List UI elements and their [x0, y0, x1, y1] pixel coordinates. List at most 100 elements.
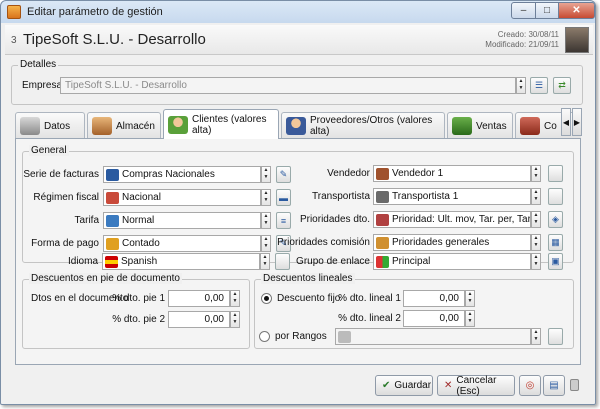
- empresa-field[interactable]: TipeSoft S.L.U. - Desarrollo: [60, 77, 516, 94]
- prioridades-dto-label: Prioridades dto.: [299, 214, 370, 225]
- commission-icon: [376, 236, 389, 249]
- dto-pie2-label: % dto. pie 2: [112, 314, 165, 325]
- payment-icon: [106, 237, 119, 250]
- tab-scroll-left-button[interactable]: ◀: [561, 108, 571, 136]
- dto-pie2-input[interactable]: 0,00: [168, 311, 230, 328]
- transportista-spin[interactable]: ▲ ▼: [531, 188, 541, 205]
- link-group-icon[interactable]: ▣: [548, 253, 563, 270]
- seller-icon: [376, 167, 389, 180]
- purchases-icon: [520, 117, 540, 135]
- supplier-icon: [286, 117, 306, 135]
- tab-proveedores[interactable]: Proveedores/Otros (valores alta): [281, 112, 445, 139]
- help-button[interactable]: ◎: [519, 375, 541, 396]
- regimen-fiscal-spin[interactable]: ▲ ▼: [261, 189, 271, 206]
- detalles-legend: Detalles: [18, 59, 59, 70]
- tarifa-field[interactable]: Normal: [103, 212, 261, 229]
- minimize-button[interactable]: –: [511, 2, 536, 19]
- forma-pago-spin[interactable]: ▲ ▼: [261, 235, 271, 252]
- tariff-icon: [106, 214, 119, 227]
- descuento-fijo-radio[interactable]: [261, 293, 272, 304]
- rangos-field[interactable]: [335, 328, 531, 345]
- record-number: 3: [11, 35, 17, 46]
- tag-icon[interactable]: ◈: [548, 211, 563, 228]
- vendedor-spin[interactable]: ▲ ▼: [531, 165, 541, 182]
- transportista-label: Transportista: [312, 191, 370, 202]
- wrench-icon: [20, 117, 40, 135]
- grupo-enlace-field[interactable]: Principal: [373, 253, 531, 270]
- cancel-button[interactable]: ✕ Cancelar (Esc): [437, 375, 515, 397]
- dto-lineal1-input[interactable]: 0,00: [403, 290, 465, 307]
- rangos-extra-button[interactable]: [548, 328, 563, 345]
- sales-icon: [452, 117, 472, 135]
- transportista-field[interactable]: Transportista 1: [373, 188, 531, 205]
- calendar-icon[interactable]: ▦: [548, 234, 563, 251]
- priority-icon: [376, 213, 389, 226]
- empresa-exchange-icon[interactable]: ⇄: [553, 77, 571, 94]
- maximize-button[interactable]: □: [535, 2, 559, 19]
- tarifa-spin[interactable]: ▲ ▼: [261, 212, 271, 229]
- dto-pie1-label: % dto. pie 1: [112, 293, 165, 304]
- tab-almacen[interactable]: Almacén: [87, 112, 161, 139]
- grupo-enlace-label: Grupo de enlace: [296, 256, 370, 267]
- empresa-list-icon[interactable]: ☰: [530, 77, 548, 94]
- regimen-fiscal-field[interactable]: Nacional: [103, 189, 261, 206]
- prioridades-comision-label: Prioridades comisión: [277, 237, 370, 248]
- spain-flag-icon: [105, 255, 118, 268]
- tab-datos[interactable]: Datos: [15, 112, 85, 139]
- rangos-spin[interactable]: ▲ ▼: [531, 328, 541, 345]
- dto-lineal2-input[interactable]: 0,00: [403, 310, 465, 327]
- lock-icon: [570, 379, 579, 391]
- vendedor-field[interactable]: Vendedor 1: [373, 165, 531, 182]
- truck-icon: [376, 190, 389, 203]
- descuento-fijo-label: Descuento fijo: [277, 293, 341, 304]
- empresa-label: Empresa: [22, 80, 63, 91]
- dto-lineal1-spin[interactable]: ▲ ▼: [465, 290, 475, 307]
- descuentos-pie-legend: Descuentos en pie de documento: [29, 273, 182, 284]
- customer-icon: [168, 116, 188, 134]
- dto-lineal1-label: % dto. lineal 1: [338, 293, 401, 304]
- general-legend: General: [29, 145, 69, 156]
- record-header: 3 TipeSoft S.L.U. - Desarrollo Creado: 3…: [5, 25, 593, 55]
- created-label: Creado:: [497, 30, 527, 39]
- grupo-enlace-spin[interactable]: ▲ ▼: [531, 253, 541, 270]
- forma-pago-field[interactable]: Contado: [103, 235, 261, 252]
- vendedor-extra-button[interactable]: [548, 165, 563, 182]
- dto-pie2-spin[interactable]: ▲ ▼: [230, 311, 240, 328]
- group-icon: [376, 255, 389, 268]
- app-icon: [7, 5, 21, 19]
- tab-scroll-right-button[interactable]: ▶: [572, 108, 582, 136]
- modified-date: 21/09/11: [528, 40, 559, 49]
- check-icon: ✔: [382, 380, 391, 391]
- tab-clientes[interactable]: Clientes (valores alta): [163, 109, 279, 139]
- dialog-window: Editar parámetro de gestión – □ ✕ 3 Tipe…: [0, 0, 596, 405]
- dto-lineal2-spin[interactable]: ▲ ▼: [465, 310, 475, 327]
- empresa-spin[interactable]: ▲ ▼: [516, 77, 526, 94]
- prioridades-dto-field[interactable]: Prioridad: Ult. mov, Tar. per, Tarifa, E: [373, 211, 531, 228]
- window-title: Editar parámetro de gestión: [27, 6, 163, 18]
- dto-lineal2-label: % dto. lineal 2: [338, 313, 401, 324]
- record-dates: Creado: 30/08/11 Modificado: 21/09/11: [485, 30, 559, 50]
- created-date: 30/08/11: [528, 30, 559, 39]
- save-button[interactable]: ✔ Guardar: [375, 375, 433, 396]
- fiscal-icon: [106, 191, 119, 204]
- serie-facturas-field[interactable]: Compras Nacionales: [103, 166, 261, 183]
- idioma-field[interactable]: Spanish: [102, 253, 260, 270]
- idioma-spin[interactable]: ▲ ▼: [260, 253, 270, 270]
- close-button[interactable]: ✕: [558, 2, 595, 19]
- prioridades-comision-spin[interactable]: ▲ ▼: [531, 234, 541, 251]
- dto-pie1-input[interactable]: 0,00: [168, 290, 230, 307]
- print-button[interactable]: ▤: [543, 375, 565, 396]
- dto-pie1-spin[interactable]: ▲ ▼: [230, 290, 240, 307]
- descuentos-pie-group: Descuentos en pie de documento Dtos en e…: [22, 273, 250, 349]
- prioridades-comision-field[interactable]: Prioridades generales: [373, 234, 531, 251]
- prioridades-dto-spin[interactable]: ▲ ▼: [531, 211, 541, 228]
- serie-facturas-spin[interactable]: ▲ ▼: [261, 166, 271, 183]
- range-icon: [338, 330, 351, 343]
- transportista-extra-button[interactable]: [548, 188, 563, 205]
- forma-pago-label: Forma de pago: [31, 238, 99, 249]
- invoice-icon: [106, 168, 119, 181]
- tab-ventas[interactable]: Ventas: [447, 112, 513, 139]
- box-icon: [92, 117, 112, 135]
- cross-icon: ✕: [444, 380, 453, 391]
- por-rangos-radio[interactable]: [259, 331, 270, 342]
